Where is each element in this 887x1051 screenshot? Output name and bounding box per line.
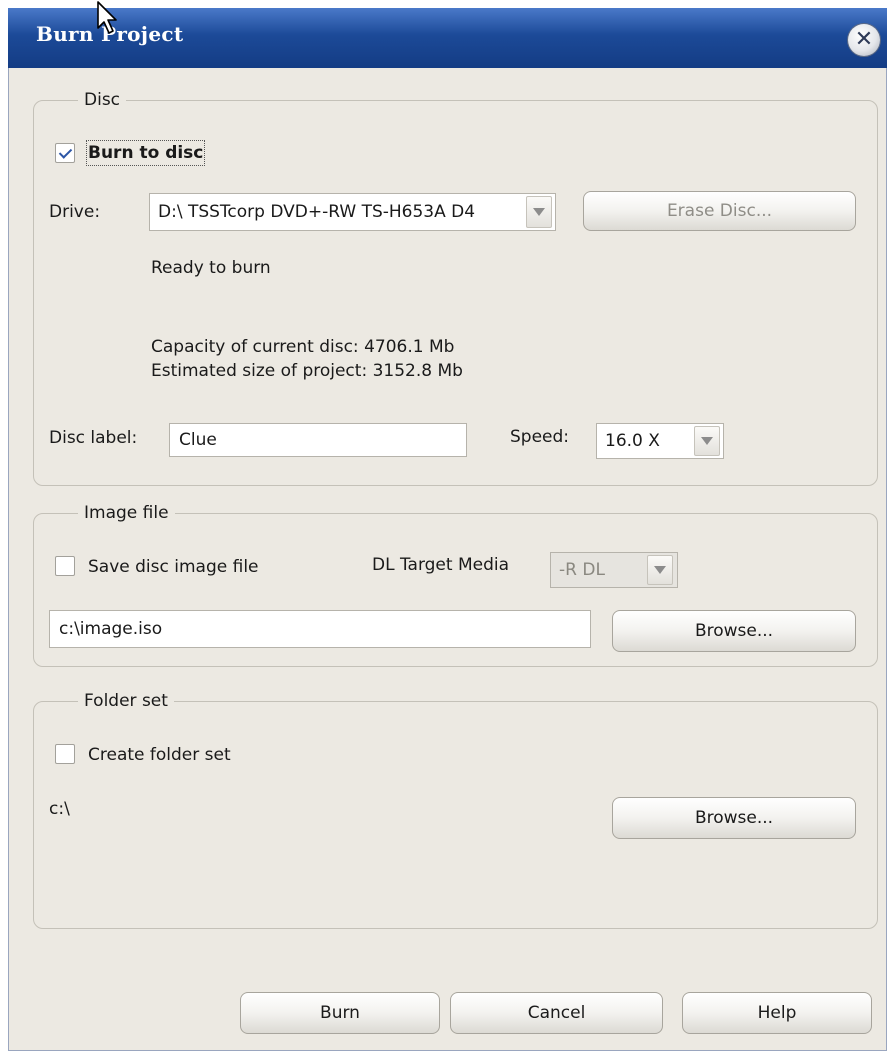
folder-browse-button[interactable]: Browse... [612, 797, 856, 839]
disc-label-input[interactable]: Clue [169, 423, 467, 457]
disc-capacity: Capacity of current disc: 4706.1 Mb [151, 337, 455, 357]
burn-button[interactable]: Burn [240, 992, 440, 1034]
title-bar[interactable]: Burn Project ✕ [8, 8, 887, 68]
burn-button-label: Burn [320, 1003, 360, 1023]
erase-disc-button[interactable]: Erase Disc... [583, 191, 856, 231]
disc-label-label: Disc label: [49, 428, 138, 448]
create-folder-set-checkbox[interactable] [55, 744, 75, 764]
close-button[interactable]: ✕ [848, 24, 880, 56]
dl-target-media-select[interactable]: -R DL [550, 552, 678, 588]
speed-select-value: 16.0 X [605, 431, 660, 451]
folder-set-path: c:\ [49, 799, 70, 819]
chevron-down-icon [654, 566, 666, 574]
drive-dropdown-button[interactable] [526, 196, 552, 228]
help-button[interactable]: Help [682, 992, 872, 1034]
chevron-down-icon [701, 437, 713, 445]
speed-label: Speed: [510, 427, 570, 447]
cancel-button[interactable]: Cancel [450, 992, 663, 1034]
dl-target-dropdown-button[interactable] [647, 555, 673, 585]
image-file-legend: Image file [78, 502, 175, 524]
image-browse-button-label: Browse... [694, 621, 774, 641]
drive-status: Ready to burn [151, 258, 271, 278]
help-button-label: Help [757, 1003, 797, 1023]
disc-legend: Disc [78, 89, 127, 111]
folder-set-legend: Folder set [78, 690, 174, 712]
speed-select[interactable]: 16.0 X [596, 423, 724, 459]
save-image-label[interactable]: Save disc image file [88, 556, 259, 578]
burn-to-disc-label[interactable]: Burn to disc [85, 140, 206, 166]
image-path-input[interactable]: c:\image.iso [49, 610, 591, 648]
save-image-checkbox[interactable] [55, 556, 75, 576]
mouse-cursor-icon [97, 1, 117, 34]
erase-disc-button-label: Erase Disc... [666, 201, 773, 221]
close-icon: ✕ [854, 27, 874, 52]
folder-browse-button-label: Browse... [694, 808, 774, 828]
cancel-button-label: Cancel [527, 1003, 586, 1023]
image-browse-button[interactable]: Browse... [612, 610, 856, 652]
image-file-group: Image file Save disc image file DL Targe… [33, 502, 878, 667]
dl-target-media-label: DL Target Media [372, 555, 510, 575]
create-folder-set-label[interactable]: Create folder set [88, 744, 231, 766]
disc-group: Disc Burn to disc Drive: D:\ TSSTcorp DV… [33, 89, 878, 486]
burn-project-dialog: Burn Project ✕ Disc Burn to disc Drive: … [8, 8, 887, 1051]
drive-select-value: D:\ TSSTcorp DVD+-RW TS-H653A D4 [158, 202, 476, 222]
dl-target-media-value: -R DL [559, 560, 605, 580]
drive-label: Drive: [49, 202, 101, 222]
burn-to-disc-checkbox[interactable] [55, 143, 75, 163]
project-size: Estimated size of project: 3152.8 Mb [151, 361, 463, 381]
speed-dropdown-button[interactable] [694, 426, 720, 456]
folder-set-group: Folder set Create folder set c:\ Browse.… [33, 690, 878, 929]
drive-select[interactable]: D:\ TSSTcorp DVD+-RW TS-H653A D4 [149, 193, 556, 231]
chevron-down-icon [533, 208, 545, 216]
